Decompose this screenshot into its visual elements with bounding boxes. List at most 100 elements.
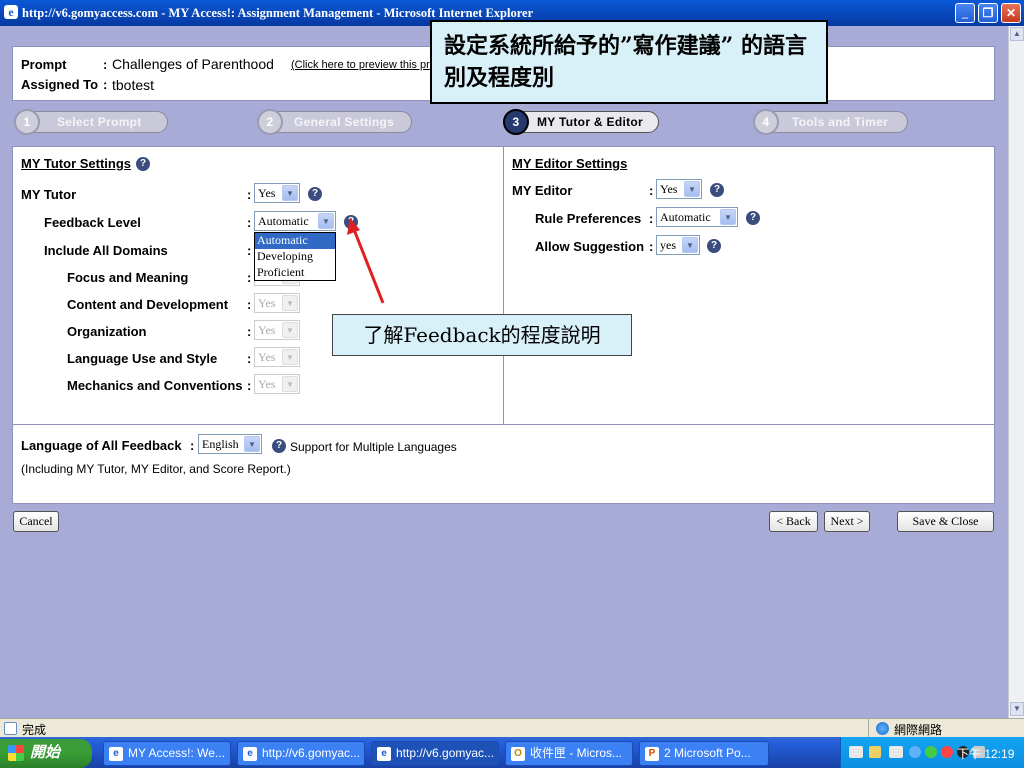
chevron-down-icon: ▼ (282, 349, 298, 365)
taskbar-item[interactable]: e http://v6.gomyac... (237, 741, 365, 766)
clock: 下午 12:19 (957, 747, 1015, 761)
cancel-button[interactable]: Cancel (13, 511, 59, 532)
taskbar-item-label: 2 Microsoft Po... (664, 746, 751, 760)
feedback-level-select[interactable]: Automatic ▼ (254, 211, 336, 231)
my-editor-select[interactable]: Yes ▼ (656, 179, 702, 199)
chevron-down-icon[interactable]: ▼ (318, 213, 334, 229)
tutor-colon: : (247, 270, 252, 285)
status-bar: 完成 網際網路 (0, 718, 1024, 737)
tutor-row-label: MY Tutor (21, 187, 77, 202)
section-divider (13, 424, 994, 425)
zone-text: 網際網路 (894, 723, 943, 737)
content-development-select: Yes ▼ (254, 293, 300, 313)
annotation-arrow-icon (347, 218, 385, 304)
help-icon[interactable]: ? (308, 187, 322, 201)
step-number: 1 (14, 109, 40, 135)
editor-settings-heading: MY Editor Settings (512, 156, 628, 171)
tutor-row-label: Content and Development (67, 297, 229, 312)
start-button[interactable]: 開始 (0, 739, 92, 768)
help-icon[interactable]: ? (746, 211, 760, 225)
editor-row-label: MY Editor (512, 183, 573, 198)
language-select[interactable]: English ▼ (198, 434, 262, 454)
select-value: yes (660, 238, 676, 252)
step-label: Select Prompt (57, 115, 142, 129)
chevron-down-icon[interactable]: ▼ (244, 436, 260, 452)
tray-app-icon[interactable] (941, 746, 953, 758)
taskbar-item-label: http://v6.gomyac... (396, 746, 495, 760)
tutor-colon: : (247, 297, 252, 312)
my-tutor-select[interactable]: Yes ▼ (254, 183, 300, 203)
dropdown-option[interactable]: Automatic (255, 233, 335, 249)
status-divider (868, 719, 869, 737)
step-number: 4 (753, 109, 779, 135)
step-tools-timer[interactable]: 4 Tools and Timer (753, 109, 908, 135)
next-button[interactable]: Next > (824, 511, 870, 532)
dropdown-option[interactable]: Proficient (255, 265, 335, 281)
save-close-button[interactable]: Save & Close (897, 511, 994, 532)
taskbar-item-active[interactable]: e http://v6.gomyac... (371, 741, 499, 766)
select-value: Automatic (660, 210, 711, 224)
step-number: 3 (503, 109, 529, 135)
dropdown-option[interactable]: Developing (255, 249, 335, 265)
language-support-text: Support for Multiple Languages (290, 440, 457, 454)
status-text: 完成 (22, 723, 47, 737)
help-icon[interactable]: ? (272, 439, 286, 453)
tray-app-icon[interactable] (909, 746, 921, 758)
chevron-down-icon[interactable]: ▼ (282, 185, 298, 201)
mechanics-conventions-select: Yes ▼ (254, 374, 300, 394)
allow-suggestion-select[interactable]: yes ▼ (656, 235, 700, 255)
back-button[interactable]: < Back (769, 511, 818, 532)
restore-icon[interactable]: ❐ (978, 3, 998, 23)
chevron-down-icon[interactable]: ▼ (720, 209, 736, 225)
taskbar-item[interactable]: e MY Access!: We... (103, 741, 231, 766)
tutor-row-label: Organization (67, 324, 147, 339)
tutor-colon: : (247, 351, 252, 366)
step-tutor-editor[interactable]: 3 MY Tutor & Editor (503, 109, 659, 135)
column-divider (503, 147, 504, 425)
assigned-value: tbotest (112, 77, 155, 93)
rule-preferences-select[interactable]: Automatic ▼ (656, 207, 738, 227)
tray-app-icon[interactable] (925, 746, 937, 758)
preview-link[interactable]: (Click here to preview this pr (291, 59, 430, 71)
help-icon[interactable]: ? (136, 157, 150, 171)
tutor-row-label: Focus and Meaning (67, 270, 189, 285)
language-bar-icon[interactable] (889, 746, 903, 758)
keyboard-icon[interactable] (849, 746, 863, 758)
scroll-down-icon[interactable]: ▼ (1010, 702, 1024, 716)
step-label: MY Tutor & Editor (537, 115, 643, 129)
chevron-down-icon[interactable]: ▼ (682, 237, 698, 253)
editor-row-label: Allow Suggestion (535, 239, 645, 254)
pen-icon[interactable] (869, 746, 881, 758)
language-label: Language of All Feedback (21, 438, 182, 453)
help-icon[interactable]: ? (710, 183, 724, 197)
language-note: (Including MY Tutor, MY Editor, and Scor… (21, 462, 291, 476)
vertical-scrollbar[interactable]: ▲ ▼ (1008, 26, 1024, 718)
taskbar-item[interactable]: O 收件匣 - Micros... (505, 741, 633, 766)
annotation-callout-feedback: 了解Feedback的程度說明 (332, 314, 632, 356)
assigned-colon: : (103, 77, 108, 92)
assigned-to-label: Assigned To (21, 77, 99, 92)
tutor-colon: : (247, 324, 252, 339)
select-value: Yes (660, 182, 678, 196)
prompt-label: Prompt (21, 57, 67, 72)
taskbar-item-label: 收件匣 - Micros... (530, 746, 622, 760)
select-value: Yes (258, 323, 276, 337)
feedback-level-dropdown-list: Automatic Developing Proficient (254, 232, 336, 281)
tutor-colon: : (247, 378, 252, 393)
step-general-settings[interactable]: 2 General Settings (257, 109, 412, 135)
taskbar-item-label: http://v6.gomyac... (262, 746, 361, 760)
tutor-row-label: Language Use and Style (67, 351, 218, 366)
organization-select: Yes ▼ (254, 320, 300, 340)
minimize-icon[interactable]: _ (955, 3, 975, 23)
help-icon[interactable]: ? (707, 239, 721, 253)
select-value: Automatic (258, 214, 309, 228)
scroll-up-icon[interactable]: ▲ (1010, 27, 1024, 41)
windows-logo-icon (8, 745, 24, 761)
tutor-row-label: Mechanics and Conventions (67, 378, 243, 393)
step-select-prompt[interactable]: 1 Select Prompt (14, 109, 168, 135)
close-icon[interactable]: ✕ (1001, 3, 1021, 23)
taskbar-item[interactable]: P 2 Microsoft Po... (639, 741, 769, 766)
tutor-row-label: Include All Domains (44, 243, 168, 258)
chevron-down-icon[interactable]: ▼ (684, 181, 700, 197)
select-value: Yes (258, 377, 276, 391)
